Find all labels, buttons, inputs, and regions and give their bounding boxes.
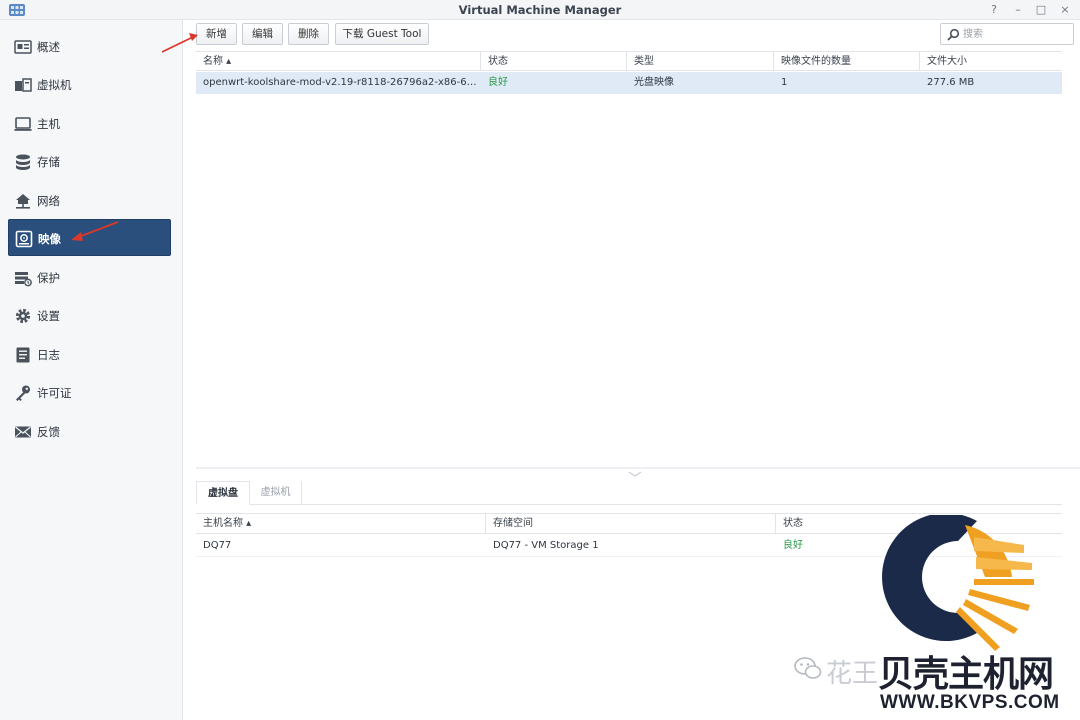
sidebar-item-license[interactable]: 许可证 — [8, 374, 171, 411]
tab-virtual-machine[interactable]: 虚拟机 — [250, 481, 302, 505]
title-bar: Virtual Machine Manager ? – □ × — [0, 0, 1080, 20]
license-key-icon — [16, 385, 30, 401]
sidebar-item-label: 网络 — [37, 194, 60, 208]
watermark-brand-text: 贝壳主机网 — [878, 653, 1054, 695]
images-table-header: 名称 ▴ 状态 类型 映像文件的数量 文件大小 — [196, 51, 1062, 71]
table-row[interactable]: openwrt-koolshare-mod-v2.19-r8118-26796a… — [196, 72, 1062, 94]
sidebar-item-overview[interactable]: 概述 — [8, 28, 171, 65]
sidebar-item-host[interactable]: 主机 — [8, 105, 171, 142]
tab-virtual-disk[interactable]: 虚拟盘 — [196, 481, 250, 505]
sidebar-item-label: 保护 — [37, 271, 60, 285]
sidebar-item-label: 反馈 — [37, 425, 60, 439]
edit-button[interactable]: 编辑 — [242, 23, 283, 45]
watermark-prefix-text: 花王 — [826, 659, 879, 689]
settings-gear-icon — [15, 308, 31, 324]
log-icon — [16, 347, 30, 363]
window-title: Virtual Machine Manager — [458, 3, 622, 17]
disk-storage-cell: DQ77 - VM Storage 1 — [493, 540, 599, 551]
sidebar-item-log[interactable]: 日志 — [8, 336, 171, 373]
sidebar-item-label: 设置 — [37, 309, 60, 323]
detail-tabs: 虚拟盘 虚拟机 — [196, 481, 1062, 505]
wechat-icon — [794, 657, 822, 679]
column-header-size[interactable]: 文件大小 — [920, 52, 1062, 71]
virtual-machine-icon — [15, 78, 32, 92]
search-field[interactable] — [940, 23, 1074, 45]
column-header-status[interactable]: 状态 — [481, 52, 627, 71]
image-icon — [15, 230, 33, 248]
image-status-cell: 良好 — [488, 77, 508, 88]
sidebar-item-label: 许可证 — [37, 386, 72, 400]
sidebar-item-label: 主机 — [37, 117, 60, 131]
overview-icon — [14, 40, 32, 54]
image-type-cell: 光盘映像 — [634, 77, 674, 88]
sidebar-item-label: 映像 — [38, 232, 61, 246]
image-size-cell: 277.6 MB — [927, 77, 975, 88]
help-button[interactable]: ? — [986, 2, 1002, 18]
sidebar-item-label: 概述 — [37, 40, 60, 54]
column-header-storage[interactable]: 存储空间 — [486, 514, 776, 533]
feedback-envelope-icon — [15, 426, 31, 438]
sidebar-item-label: 存储 — [37, 155, 60, 169]
sidebar-item-label: 虚拟机 — [37, 78, 72, 92]
network-icon — [16, 194, 30, 209]
minimize-button[interactable]: – — [1010, 2, 1026, 18]
sidebar-item-storage[interactable]: 存储 — [8, 143, 171, 180]
search-input[interactable] — [963, 27, 1068, 42]
watermark-url-text: WWW.BKVPS.COM — [880, 692, 1060, 713]
splitter-grip-icon[interactable] — [628, 471, 642, 477]
disk-host-cell: DQ77 — [203, 540, 232, 551]
storage-icon — [16, 154, 30, 170]
panel-splitter[interactable] — [196, 467, 1080, 469]
delete-button[interactable]: 删除 — [288, 23, 329, 45]
sidebar-item-protection[interactable]: 保护 — [8, 259, 171, 296]
sidebar-item-image[interactable]: 映像 — [8, 219, 171, 256]
protection-icon — [15, 272, 32, 287]
sidebar-item-label: 日志 — [37, 348, 60, 362]
maximize-button[interactable]: □ — [1033, 2, 1049, 18]
image-name-cell: openwrt-koolshare-mod-v2.19-r8118-26796a… — [203, 77, 481, 88]
sidebar: 概述 虚拟机 主机 存储 网络 映像 保护 设置 日志 许可证 反馈 — [0, 20, 183, 720]
column-header-name[interactable]: 名称 ▴ — [196, 52, 481, 71]
create-button[interactable]: 新增 — [196, 23, 237, 45]
column-header-file-count[interactable]: 映像文件的数量 — [774, 52, 920, 71]
download-guest-tool-button[interactable]: 下载 Guest Tool — [335, 23, 429, 45]
host-icon — [14, 117, 32, 131]
sidebar-item-virtual-machine[interactable]: 虚拟机 — [8, 66, 171, 103]
sidebar-item-network[interactable]: 网络 — [8, 182, 171, 219]
image-file-count-cell: 1 — [781, 77, 788, 88]
search-icon — [947, 28, 960, 41]
column-header-type[interactable]: 类型 — [627, 52, 774, 71]
close-button[interactable]: × — [1057, 2, 1073, 18]
sidebar-item-settings[interactable]: 设置 — [8, 297, 171, 334]
sidebar-item-feedback[interactable]: 反馈 — [8, 413, 171, 450]
column-header-host[interactable]: 主机名称 ▴ — [196, 514, 486, 533]
